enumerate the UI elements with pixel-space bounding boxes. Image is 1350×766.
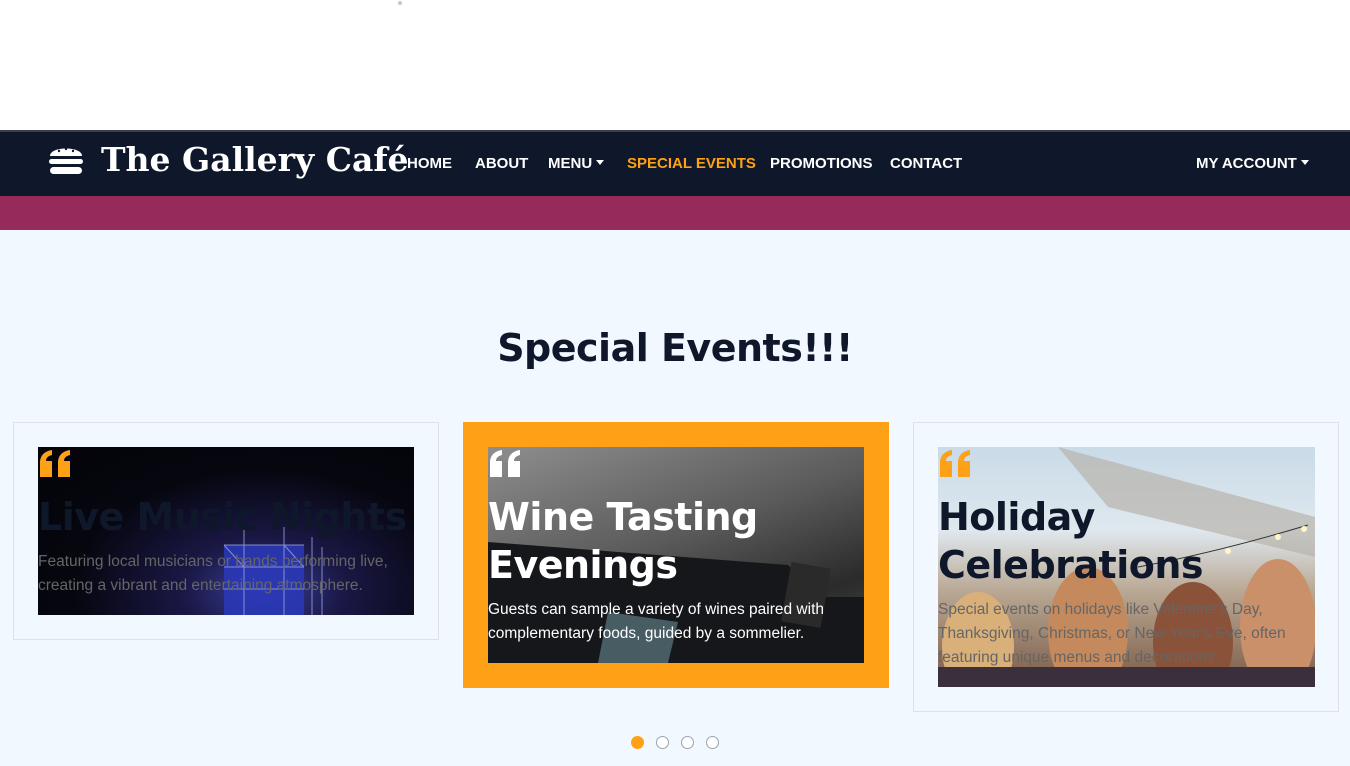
quote-icon <box>40 450 70 477</box>
hero-band <box>0 196 1350 230</box>
wine-bottle-photo: Wine Tasting Evenings Guests can sample … <box>488 447 864 663</box>
carousel-dots <box>631 736 731 749</box>
brand-logo[interactable]: The Gallery Café <box>47 142 409 178</box>
event-title-line-1: Wine Tasting <box>488 495 758 539</box>
quote-icon <box>940 450 970 477</box>
nav-menu-label: MENU <box>548 155 593 172</box>
carousel-dot-2[interactable] <box>656 736 669 749</box>
carousel-dot-1[interactable] <box>631 736 644 749</box>
caret-down-icon <box>596 160 605 165</box>
nav-special-events[interactable]: SPECIAL EVENTS <box>627 155 756 172</box>
nav-about[interactable]: ABOUT <box>475 155 528 172</box>
event-description: Guests can sample a variety of wines pai… <box>488 601 824 642</box>
carousel-dot-3[interactable] <box>681 736 694 749</box>
nav-promotions[interactable]: PROMOTIONS <box>770 155 873 172</box>
event-title-line-2: Evenings <box>488 543 678 587</box>
my-account-label: MY ACCOUNT <box>1196 155 1297 172</box>
event-card-live-music[interactable]: Live Music Nights Featuring local musici… <box>13 422 439 640</box>
burger-icon <box>49 147 83 174</box>
event-card-wine-tasting[interactable]: Wine Tasting Evenings Guests can sample … <box>463 422 889 688</box>
nav-menu-dropdown[interactable]: MENU <box>548 155 605 172</box>
carousel-dot-4[interactable] <box>706 736 719 749</box>
nav-contact[interactable]: CONTACT <box>890 155 962 172</box>
section-title: Special Events!!! <box>497 326 853 370</box>
caret-down-icon <box>1300 160 1309 165</box>
event-title-line-1: Holiday <box>938 495 1095 539</box>
special-events-section: Special Events!!! Live Music Nights Feat… <box>0 230 1350 766</box>
concert-stage-photo: Live Music Nights Featuring local musici… <box>38 447 414 615</box>
brand-name: The Gallery Café <box>101 140 409 179</box>
my-account-dropdown[interactable]: MY ACCOUNT <box>1196 155 1309 172</box>
quote-icon <box>490 450 520 477</box>
event-description: Featuring local musicians or bands perfo… <box>38 553 388 594</box>
friends-celebrating-photo: Holiday Celebrations Special events on h… <box>938 447 1315 687</box>
event-title-line-2: Celebrations <box>938 543 1204 587</box>
event-description: Special events on holidays like Valentin… <box>938 601 1286 666</box>
event-title: Live Music Nights <box>38 495 407 539</box>
navbar: The Gallery Café HOME ABOUT MENU SPECIAL… <box>0 130 1350 196</box>
top-dot <box>398 1 402 5</box>
nav-home[interactable]: HOME <box>407 155 452 172</box>
event-card-holiday[interactable]: Holiday Celebrations Special events on h… <box>913 422 1339 712</box>
